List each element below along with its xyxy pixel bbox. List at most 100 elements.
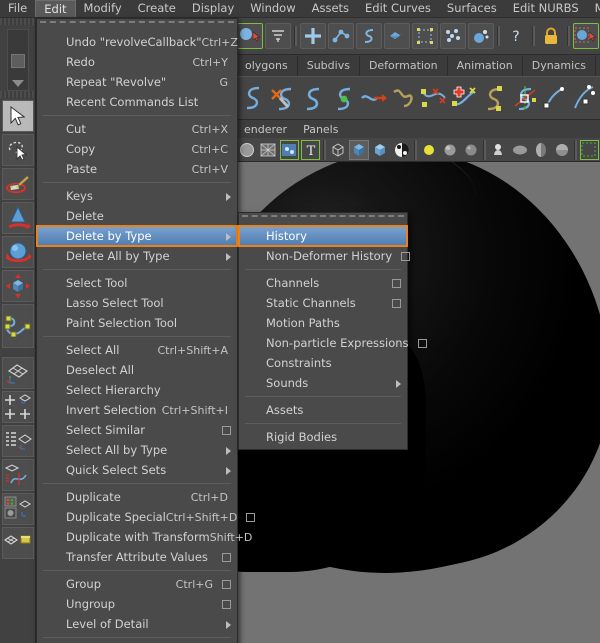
light-icon[interactable] xyxy=(419,140,438,160)
all-lights-icon[interactable] xyxy=(462,140,481,160)
toolbox-rotate-tool[interactable] xyxy=(2,236,34,268)
curve-offset-icon[interactable] xyxy=(390,82,418,114)
curve-fillet-icon[interactable] xyxy=(571,82,599,114)
curve-mirror-icon[interactable] xyxy=(511,82,539,114)
menu-item-delete[interactable]: Delete xyxy=(37,206,237,226)
move-handle-icon[interactable] xyxy=(300,23,326,49)
menu-window[interactable]: Window xyxy=(242,0,303,17)
menu-item-recent-commands-list[interactable]: Recent Commands List xyxy=(37,92,237,112)
toolbox-persp-graph-layout[interactable] xyxy=(2,459,34,491)
lock-icon[interactable] xyxy=(538,23,564,49)
curve-icon[interactable] xyxy=(356,23,382,49)
menu-item-option-box[interactable] xyxy=(246,512,256,522)
menu-item-history[interactable]: History xyxy=(238,225,408,247)
dynamic-icon[interactable] xyxy=(468,23,494,49)
menu-create[interactable]: Create xyxy=(130,0,184,17)
menu-item-option-box[interactable] xyxy=(417,338,427,348)
text-icon[interactable]: T xyxy=(300,139,321,160)
panel-menu-enderer[interactable]: enderer xyxy=(236,123,295,136)
default-light-icon[interactable] xyxy=(440,140,459,160)
menu-item-rigid-bodies[interactable]: Rigid Bodies xyxy=(239,427,407,447)
menu-item-duplicate[interactable]: Duplicate Ctrl+D xyxy=(37,487,237,507)
menu-item-paint-selection-tool[interactable]: Paint Selection Tool xyxy=(37,313,237,333)
xray-icon[interactable] xyxy=(510,140,529,160)
toolbox-single-perspective-layout[interactable] xyxy=(2,357,34,389)
menu-item-constraints[interactable]: Constraints xyxy=(239,353,407,373)
shadow-icon[interactable] xyxy=(489,140,508,160)
toolbox-last-tool[interactable] xyxy=(2,304,34,348)
shelf-tab-subdivs[interactable]: Subdivs xyxy=(298,56,360,76)
menu-edit[interactable]: Edit xyxy=(35,0,76,17)
toolbox[interactable] xyxy=(0,18,36,643)
toolbox-move-tool[interactable] xyxy=(2,202,34,234)
menu-item-delete-all-by-type[interactable]: Delete All by Type xyxy=(37,246,237,266)
shelf-tab-bar[interactable]: olygons Subdivs Deformation Animation Dynami… xyxy=(236,56,600,76)
menu-muscle[interactable]: Muscle xyxy=(587,0,600,17)
menu-item-copy[interactable]: Copy Ctrl+C xyxy=(37,139,237,159)
menu-item-cut[interactable]: Cut Ctrl+X xyxy=(37,119,237,139)
toolbox-four-view-layout[interactable] xyxy=(2,391,34,423)
menu-item-option-box[interactable] xyxy=(392,278,401,288)
menu-item-select-all[interactable]: Select All Ctrl+Shift+A xyxy=(37,340,237,360)
menu-item-non-particle-expressions[interactable]: Non-particle Expressions xyxy=(239,333,427,353)
deformer-icon[interactable] xyxy=(412,23,438,49)
status-line-buttons[interactable]: ? xyxy=(204,18,600,55)
curve-point-green-icon[interactable] xyxy=(330,82,358,114)
menu-item-paste[interactable]: Paste Ctrl+V xyxy=(37,159,237,179)
menu-surfaces[interactable]: Surfaces xyxy=(439,0,505,17)
toolbox-scroll-down-arrow[interactable] xyxy=(11,80,24,87)
curve-rebuild-icon[interactable] xyxy=(541,82,569,114)
texture-icon[interactable] xyxy=(279,139,299,160)
toolbox-lasso-select-tool[interactable] xyxy=(2,134,34,166)
menu-modify[interactable]: Modify xyxy=(76,0,130,17)
menu-item-select-tool[interactable]: Select Tool xyxy=(37,273,237,293)
menu-file[interactable]: File xyxy=(0,0,35,17)
select-by-component-type-icon[interactable] xyxy=(265,23,291,49)
edit-menu-dropdown[interactable]: Undo "revolveCallback" Ctrl+Z Redo Ctrl+Y Re… xyxy=(36,18,256,643)
checker-icon[interactable] xyxy=(392,140,411,160)
menu-item-option-box[interactable] xyxy=(222,599,231,609)
menu-item-ungroup[interactable]: Ungroup xyxy=(37,594,237,614)
menu-item-invert-selection[interactable]: Invert Selection Ctrl+Shift+I xyxy=(37,400,237,420)
menu-item-option-box[interactable] xyxy=(222,579,231,589)
menu-item-select-similar[interactable]: Select Similar xyxy=(37,420,237,440)
curve-attach-icon[interactable] xyxy=(360,82,388,114)
toolbox-hypershade-persp-layout[interactable] xyxy=(2,493,34,525)
curve-icon[interactable] xyxy=(239,82,267,114)
smooth-shade-icon[interactable] xyxy=(237,140,256,160)
menu-item-lasso-select-tool[interactable]: Lasso Select Tool xyxy=(37,293,237,313)
menu-item-assets[interactable]: Assets xyxy=(239,400,407,420)
shelf-tab-deformation[interactable]: Deformation xyxy=(360,56,448,76)
toolbox-scrollbar[interactable] xyxy=(6,29,29,91)
shelf-icon-row[interactable] xyxy=(236,76,600,120)
surface-icon[interactable] xyxy=(384,23,410,49)
main-menu-bar[interactable]: File Edit Modify Create Display Window Assets E… xyxy=(0,0,600,18)
toolbox-persp-render-layout[interactable] xyxy=(2,527,34,559)
menu-item-deselect-all[interactable]: Deselect All xyxy=(37,360,237,380)
menu-item-duplicate-with-transform[interactable]: Duplicate with Transform Shift+D xyxy=(37,527,252,547)
toolbox-select-tool[interactable] xyxy=(2,100,34,132)
shaded-cube-icon[interactable] xyxy=(371,140,390,160)
menu-item-static-channels[interactable]: Static Channels xyxy=(239,293,407,313)
panel-menu-panels[interactable]: Panels xyxy=(295,123,346,136)
menu-item-sounds[interactable]: Sounds xyxy=(239,373,407,393)
toolbox-outliner-persp-layout[interactable] xyxy=(2,425,34,457)
toolbox-scroll-thumb[interactable] xyxy=(10,54,25,68)
shelf-tab-animation[interactable]: Animation xyxy=(448,56,523,76)
menu-item-undo-revolvecallback[interactable]: Undo "revolveCallback" Ctrl+Z xyxy=(37,32,238,52)
menu-item-quick-select-sets[interactable]: Quick Select Sets xyxy=(37,460,237,480)
curve-s-icon[interactable] xyxy=(299,82,327,114)
menu-item-option-box[interactable] xyxy=(222,425,231,435)
menu-item-option-box[interactable] xyxy=(401,251,411,261)
menu-item-keys[interactable]: Keys xyxy=(37,186,237,206)
highlight-selection-icon[interactable] xyxy=(573,23,599,49)
curve-point-icon[interactable] xyxy=(328,23,354,49)
select-by-object-type-icon[interactable] xyxy=(237,23,263,49)
menu-item-delete-by-type[interactable]: Delete by Type xyxy=(36,225,238,247)
curve-add-point-icon[interactable] xyxy=(450,82,478,114)
toolbox-scale-tool[interactable] xyxy=(2,270,34,302)
delete-by-type-submenu[interactable]: History Non-Deformer History Channels Stati… xyxy=(238,212,427,450)
menu-display[interactable]: Display xyxy=(184,0,242,17)
toolbox-paint-select-tool[interactable] xyxy=(2,168,34,200)
wireframe-on-shaded-icon[interactable] xyxy=(258,140,277,160)
